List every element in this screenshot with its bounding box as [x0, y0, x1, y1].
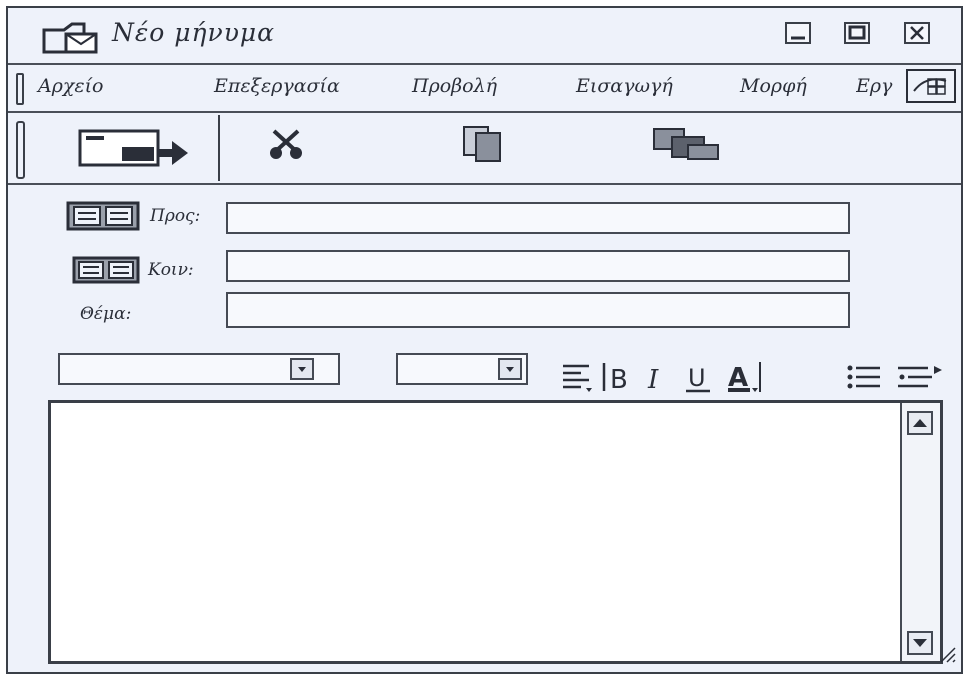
close-icon — [910, 26, 924, 40]
minimize-button[interactable] — [785, 22, 811, 44]
chevron-down-icon[interactable] — [290, 358, 314, 380]
send-button[interactable] — [76, 127, 194, 171]
copy-button[interactable] — [426, 123, 546, 179]
title-bar: Νέο μήνυμα — [8, 8, 961, 65]
italic-icon[interactable]: I — [642, 360, 672, 398]
menu-grip[interactable] — [16, 73, 24, 105]
scroll-down-icon[interactable] — [907, 631, 933, 655]
menu-view[interactable]: Προβολή — [412, 75, 497, 97]
underline-icon[interactable]: U — [682, 360, 714, 398]
bullets-icon[interactable] — [844, 360, 884, 398]
font-select[interactable] — [58, 353, 340, 385]
message-window: Νέο μήνυμα Αρχείο Επεξεργασία Προβολή Ει… — [6, 6, 963, 674]
svg-text:I: I — [647, 365, 659, 394]
cut-button[interactable] — [226, 123, 346, 179]
paste-icon — [653, 128, 719, 160]
toolbar-grip[interactable] — [16, 121, 25, 179]
address-book-icon[interactable] — [66, 201, 140, 235]
envelope-icon — [40, 22, 102, 58]
svg-text:U: U — [688, 364, 706, 392]
message-body-editor[interactable] — [48, 400, 943, 664]
toolbar-separator — [218, 115, 220, 181]
toolbar — [8, 113, 961, 185]
copy-icon — [463, 126, 501, 162]
to-field[interactable] — [226, 202, 850, 234]
bold-icon[interactable]: B — [600, 360, 636, 398]
window-title: Νέο μήνυμα — [112, 18, 276, 47]
maximize-icon — [848, 25, 866, 40]
cc-field[interactable] — [226, 250, 850, 282]
send-icon — [78, 129, 188, 167]
close-button[interactable] — [904, 22, 930, 44]
scroll-up-icon[interactable] — [907, 411, 933, 435]
maximize-button[interactable] — [844, 22, 870, 44]
menu-file[interactable]: Αρχείο — [38, 75, 104, 97]
numbering-icon[interactable] — [894, 360, 950, 398]
address-book-cc-icon[interactable] — [72, 256, 140, 288]
paste-button[interactable] — [628, 123, 748, 179]
cc-label: Κοιν: — [148, 260, 194, 280]
font-size-select[interactable] — [396, 353, 528, 385]
windows-logo-icon — [906, 69, 956, 107]
minimize-icon — [791, 36, 805, 40]
font-color-icon[interactable]: A — [726, 360, 762, 398]
align-icon[interactable] — [560, 360, 594, 398]
chevron-down-icon[interactable] — [498, 358, 522, 380]
svg-text:B: B — [610, 365, 628, 394]
menu-bar: Αρχείο Επεξεργασία Προβολή Εισαγωγή Μορφ… — [8, 65, 961, 113]
cut-icon — [270, 129, 302, 159]
resize-grip-icon[interactable] — [937, 644, 957, 668]
menu-format[interactable]: Μορφή — [740, 75, 807, 97]
menu-tools[interactable]: Εργ — [856, 75, 900, 97]
subject-label: Θέμα: — [80, 304, 132, 324]
menu-insert[interactable]: Εισαγωγή — [576, 75, 673, 97]
vertical-scrollbar[interactable] — [900, 403, 940, 661]
subject-field[interactable] — [226, 292, 850, 328]
menu-edit[interactable]: Επεξεργασία — [214, 75, 340, 97]
to-label: Προς: — [150, 206, 201, 226]
